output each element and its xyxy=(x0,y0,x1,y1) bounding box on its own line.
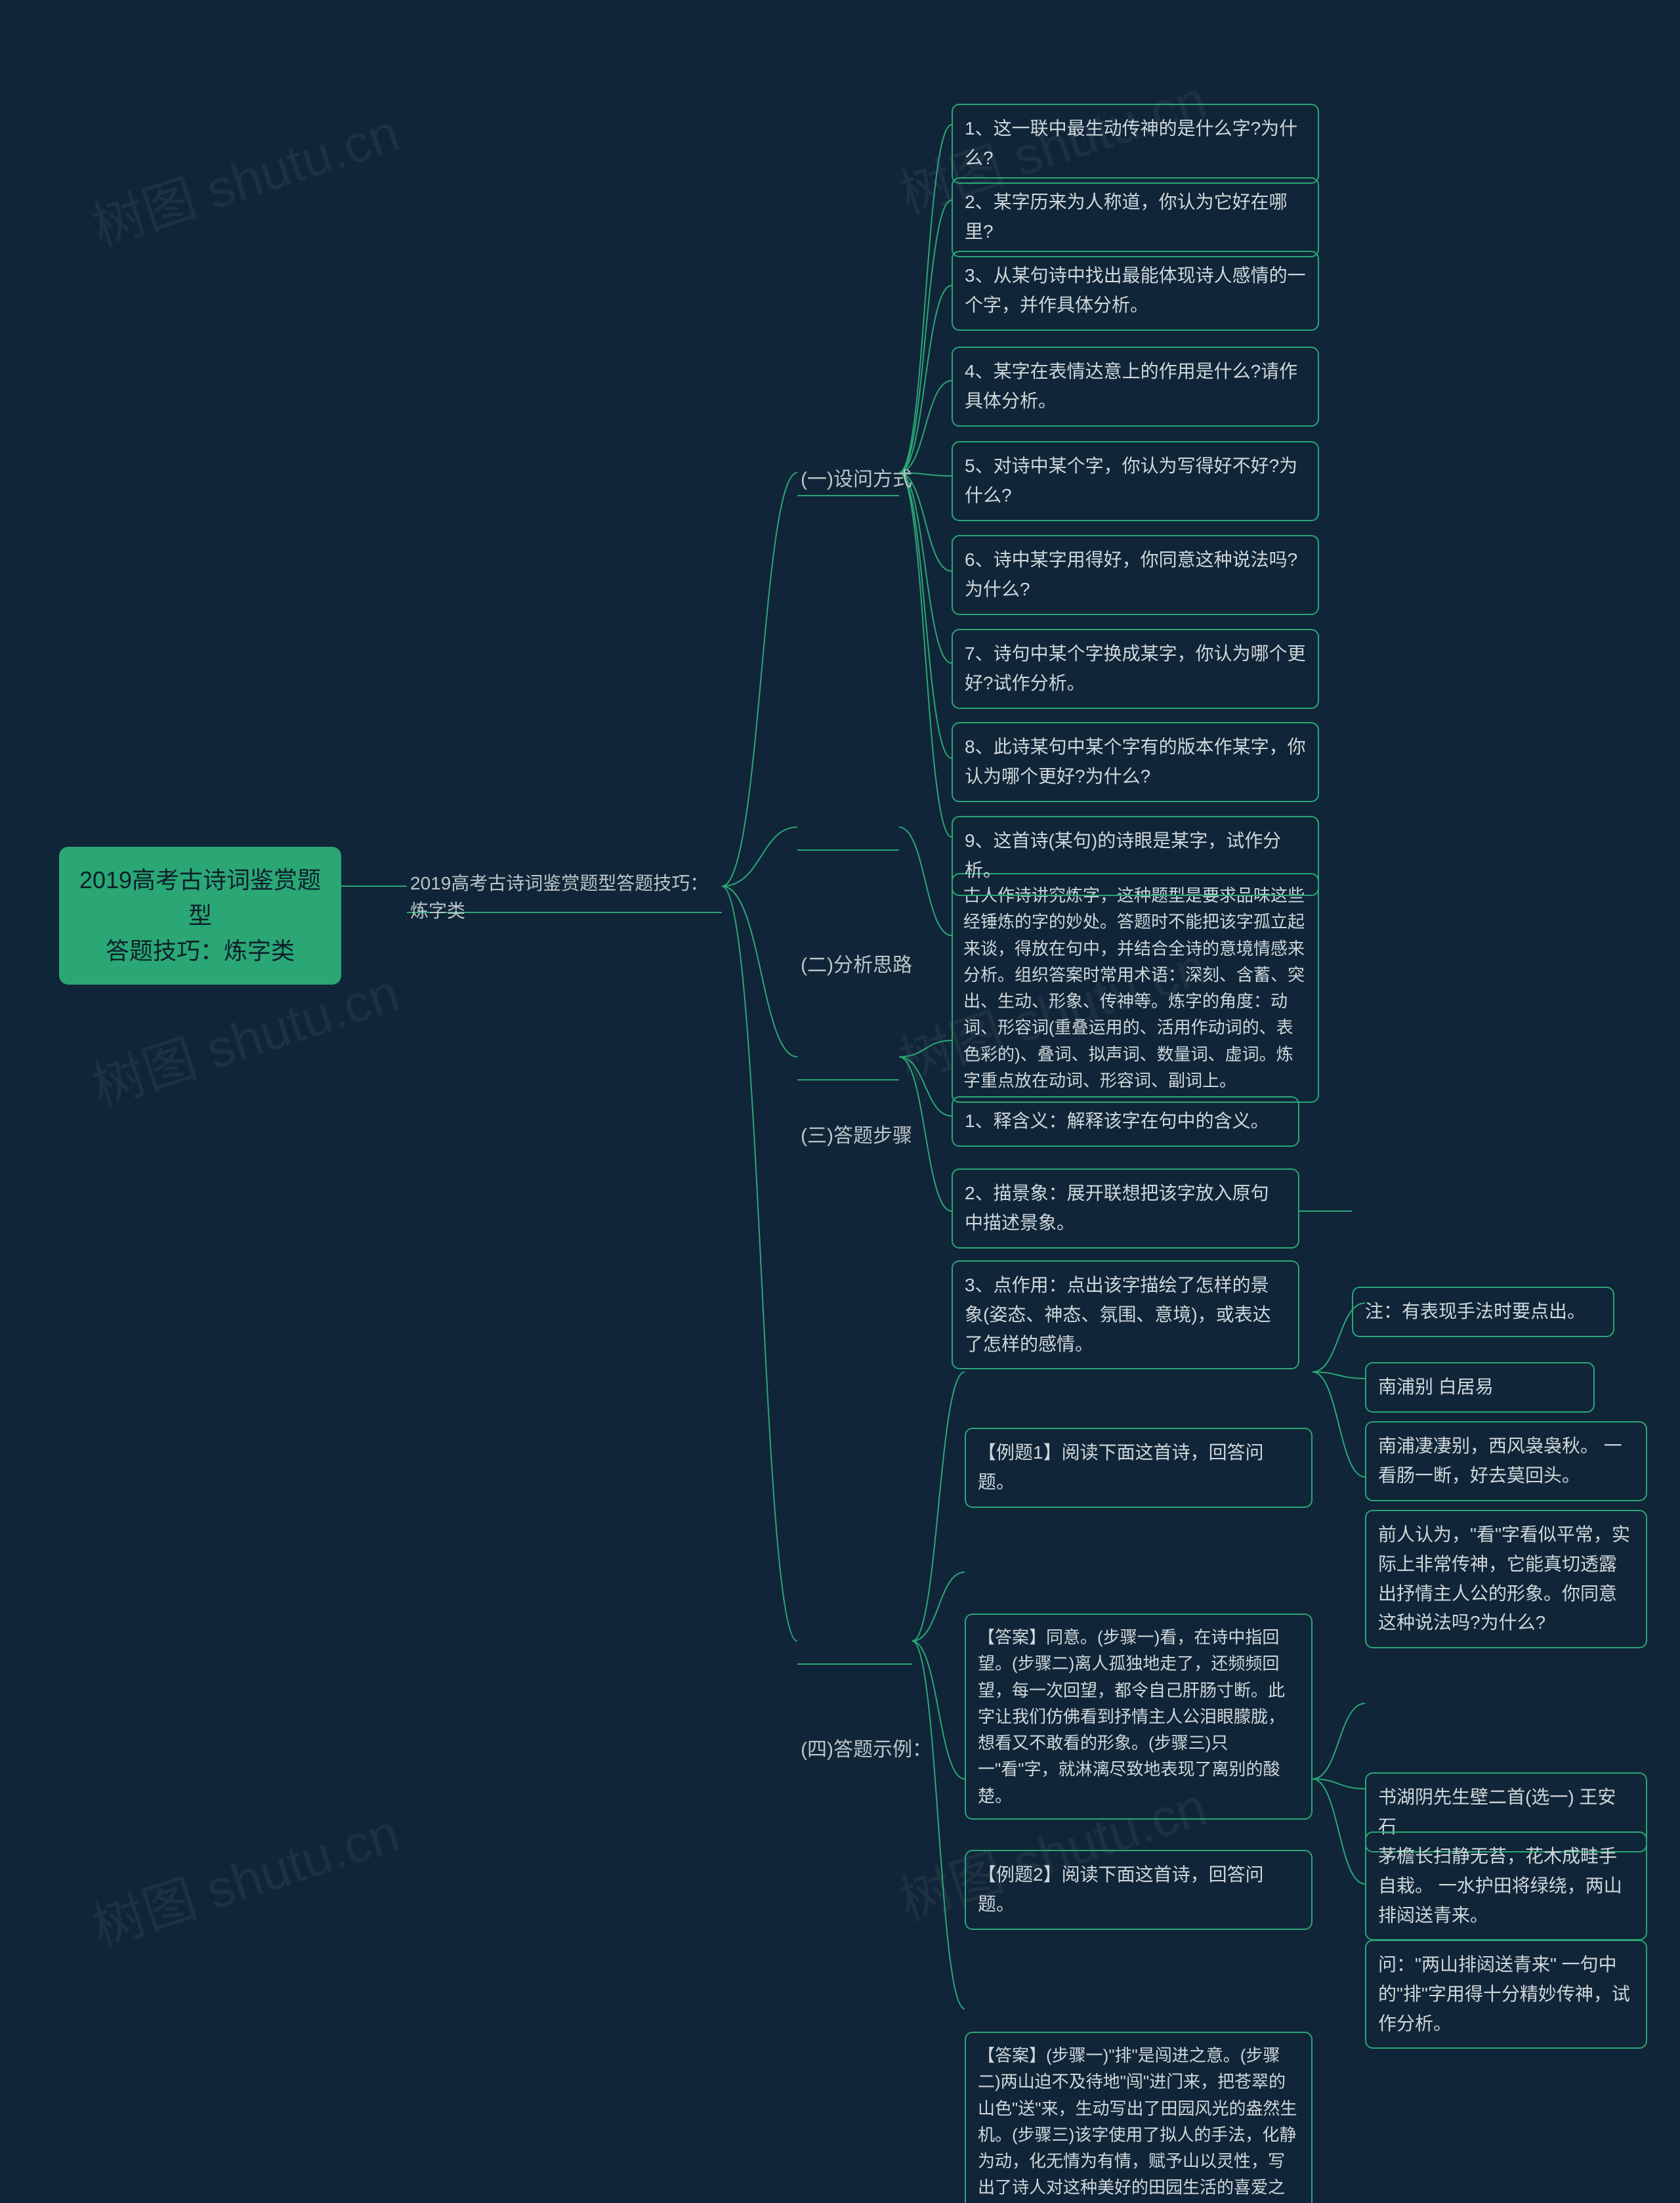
b1-item-3[interactable]: 3、从某句诗中找出最能体现诗人感情的一个字，并作具体分析。 xyxy=(952,251,1319,331)
b4-ex1-l1[interactable]: 南浦别 白居易 xyxy=(1365,1362,1595,1413)
branch-2-label[interactable]: (二)分析思路 xyxy=(801,949,912,977)
subtitle-node[interactable]: 2019高考古诗词鉴赏题型答题技巧：炼字类 xyxy=(410,870,719,925)
watermark: 树图 shutu.cn xyxy=(81,91,408,261)
branch-1-label[interactable]: (一)设问方式 xyxy=(801,463,912,492)
root-line1: 2019高考古诗词鉴赏题型 xyxy=(77,863,323,933)
b1-item-2[interactable]: 2、某字历来为人称道，你认为它好在哪里? xyxy=(952,177,1319,257)
mindmap-canvas: { "watermark": "树图 shutu.cn", "root": { … xyxy=(0,0,1680,2203)
b2-content[interactable]: 古人作诗讲究炼字，这种题型是要求品味这些经锤炼的字的妙处。答题时不能把该字孤立起… xyxy=(952,873,1319,1103)
b1-item-9b[interactable]: 9、这首诗(某句)的诗眼是某字，试作分析。 xyxy=(952,816,1319,896)
branch-3-label[interactable]: (三)答题步骤 xyxy=(801,1119,912,1148)
watermark: 树图 shutu.cn xyxy=(81,1791,408,1961)
b4-ex2-title[interactable]: 【例题2】阅读下面这首诗，回答问题。 xyxy=(965,1850,1312,1930)
b4-ex1-title[interactable]: 【例题1】阅读下面这首诗，回答问题。 xyxy=(965,1428,1312,1508)
b1-item-6[interactable]: 6、诗中某字用得好，你同意这种说法吗?为什么? xyxy=(952,535,1319,615)
branch-4-label[interactable]: (四)答题示例： xyxy=(801,1733,932,1762)
root-node[interactable]: 2019高考古诗词鉴赏题型 答题技巧：炼字类 xyxy=(59,847,341,985)
b1-item-5[interactable]: 5、对诗中某个字，你认为写得好不好?为什么? xyxy=(952,441,1319,521)
b4-ex2-l3[interactable]: 问："两山排闼送青来" 一句中的"排"字用得十分精妙传神，试作分析。 xyxy=(1365,1940,1647,2049)
b3-note[interactable]: 注：有表现手法时要点出。 xyxy=(1352,1287,1614,1337)
b1-item-4[interactable]: 4、某字在表情达意上的作用是什么?请作具体分析。 xyxy=(952,347,1319,427)
root-line2: 答题技巧：炼字类 xyxy=(77,933,323,969)
b4-ex1-l3[interactable]: 前人认为，"看"字看似平常，实际上非常传神，它能真切透露出抒情主人公的形象。你同… xyxy=(1365,1510,1647,1648)
b1-item-7[interactable]: 7、诗句中某个字换成某字，你认为哪个更好?试作分析。 xyxy=(952,629,1319,709)
b3-item-3[interactable]: 3、点作用：点出该字描绘了怎样的景象(姿态、神态、氛围、意境)，或表达了怎样的感… xyxy=(952,1260,1299,1369)
b1-item-1[interactable]: 1、这一联中最生动传神的是什么字?为什么? xyxy=(952,104,1319,184)
b4-ans2[interactable]: 【答案】(步骤一)"排"是闯进之意。(步骤二)两山迫不及待地"闯"进门来，把苍翠… xyxy=(965,2032,1312,2203)
b4-ex2-l2[interactable]: 茅檐长扫静无苔，花木成畦手自栽。 一水护田将绿绕，两山排闼送青来。 xyxy=(1365,1831,1647,1940)
b4-ex1-l2[interactable]: 南浦凄凄别，西风袅袅秋。 一看肠一断，好去莫回头。 xyxy=(1365,1421,1647,1501)
b1-item-8[interactable]: 8、此诗某句中某个字有的版本作某字，你认为哪个更好?为什么? xyxy=(952,722,1319,802)
b4-ans1[interactable]: 【答案】同意。(步骤一)看，在诗中指回望。(步骤二)离人孤独地走了，还频频回望，… xyxy=(965,1614,1312,1820)
b3-item-1[interactable]: 1、释含义：解释该字在句中的含义。 xyxy=(952,1096,1299,1147)
b3-item-2[interactable]: 2、描景象：展开联想把该字放入原句中描述景象。 xyxy=(952,1168,1299,1249)
